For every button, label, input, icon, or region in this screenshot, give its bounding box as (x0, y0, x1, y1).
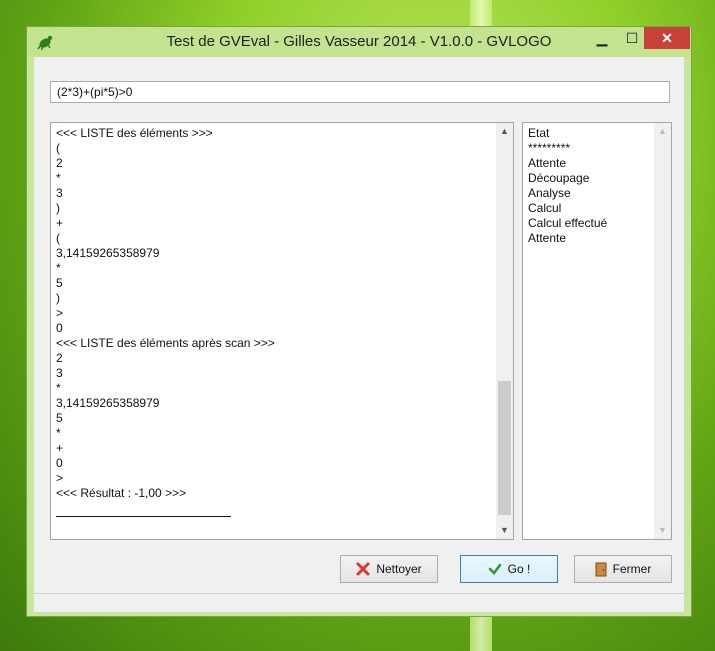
state-line: Analyse (528, 186, 571, 200)
state-line: Attente (528, 156, 567, 170)
clear-button-label: Nettoyer (376, 562, 422, 576)
state-line: ********* (528, 141, 571, 155)
state-line: Découpage (528, 171, 590, 185)
close-window-button[interactable]: ✕ (644, 27, 690, 49)
log-line: ( (56, 141, 60, 155)
minimize-button[interactable]: ▁ (587, 27, 617, 49)
log-line: + (56, 216, 64, 230)
app-window: Test de GVEval - Gilles Vasseur 2014 - V… (26, 26, 692, 617)
client-area: <<< LISTE des éléments >>>(2*3)+(3,14159… (34, 57, 684, 612)
log-line: > (56, 306, 64, 320)
title-bar[interactable]: Test de GVEval - Gilles Vasseur 2014 - V… (27, 27, 691, 57)
log-line: > (56, 471, 64, 485)
state-scrollbar[interactable]: ▲ ▼ (654, 123, 671, 539)
scroll-thumb[interactable] (498, 381, 511, 515)
close-button[interactable]: Fermer (574, 555, 672, 583)
log-line: 2 (56, 156, 63, 170)
separator-line (56, 501, 231, 517)
log-scrollbar[interactable]: ▲ ▼ (496, 123, 513, 539)
state-line: Etat (528, 126, 550, 140)
log-line: 3 (56, 186, 63, 200)
go-button-label: Go ! (507, 562, 531, 576)
green-check-icon (488, 563, 501, 575)
log-line: ) (56, 291, 60, 305)
close-button-label: Fermer (612, 562, 652, 576)
red-x-icon (356, 562, 370, 576)
log-line: <<< LISTE des éléments >>> (56, 126, 213, 140)
log-line: ) (56, 201, 60, 215)
door-icon (595, 562, 607, 576)
scroll-up-icon[interactable]: ▲ (496, 123, 513, 140)
status-bar (34, 593, 684, 612)
state-line: Calcul (528, 201, 562, 215)
log-line: * (56, 426, 61, 440)
log-line: 2 (56, 351, 63, 365)
scroll-up-icon[interactable]: ▲ (654, 123, 671, 140)
log-line: 0 (56, 456, 63, 470)
log-line: + (56, 441, 64, 455)
log-line: 3 (56, 366, 63, 380)
log-line: 5 (56, 276, 63, 290)
log-line: * (56, 381, 61, 395)
log-line: <<< LISTE des éléments après scan >>> (56, 336, 275, 350)
clear-button[interactable]: Nettoyer (340, 555, 438, 583)
log-line: <<< Résultat : -1,00 >>> (56, 486, 187, 500)
log-line: * (56, 261, 61, 275)
log-memo[interactable]: <<< LISTE des éléments >>>(2 * 3) +(3,14159… (50, 122, 514, 540)
log-line: 0 (56, 321, 63, 335)
state-lines: Etat ********* Attente Découpage Analyse Calc… (528, 126, 607, 246)
go-button[interactable]: Go ! (460, 555, 558, 583)
log-lines: <<< LISTE des éléments >>>(2 * 3) +(3,14159… (56, 126, 275, 517)
state-line: Attente (528, 231, 567, 245)
state-list[interactable]: Etat ********* Attente Découpage Analyse Calc… (522, 122, 672, 540)
log-line: * (56, 171, 61, 185)
scroll-down-icon[interactable]: ▼ (654, 522, 671, 539)
scroll-down-icon[interactable]: ▼ (496, 522, 513, 539)
maximize-button[interactable]: ☐ (617, 27, 647, 49)
log-line: 5 (56, 411, 63, 425)
log-line: 3,14159265358979 (56, 396, 160, 410)
log-line: ( (56, 231, 60, 245)
state-line: Calcul effectué (528, 216, 608, 230)
log-line: 3,14159265358979 (56, 246, 160, 260)
expression-input[interactable] (50, 81, 670, 103)
